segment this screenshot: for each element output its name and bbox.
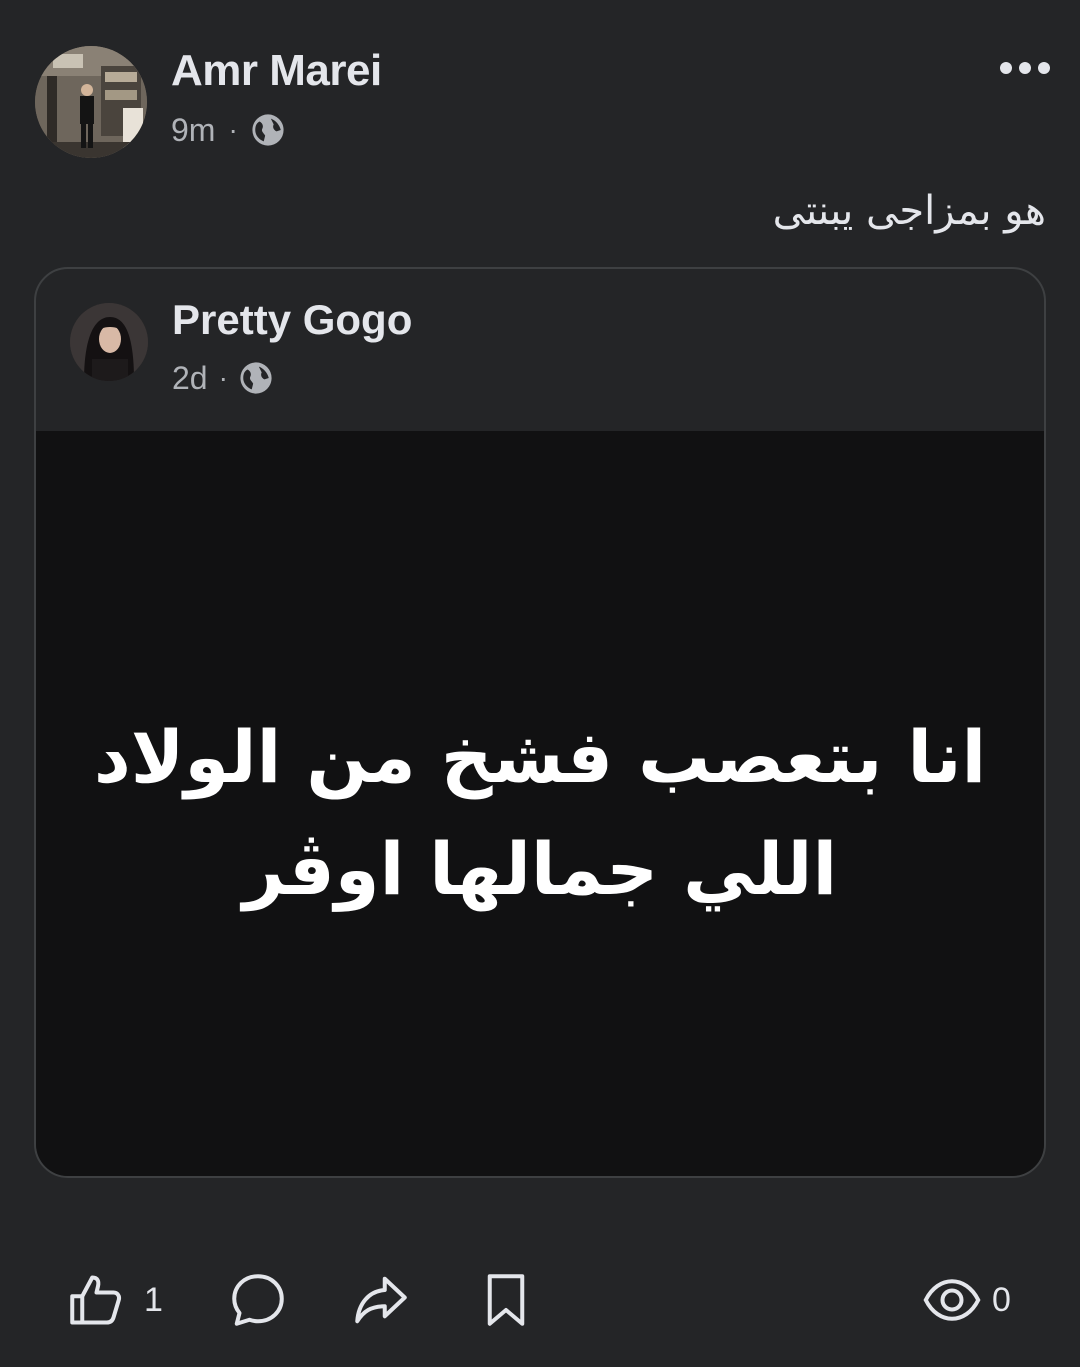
author-avatar[interactable] — [35, 46, 147, 158]
image-text-line: اللي جمالها اوڤر — [242, 827, 838, 911]
shared-post-image[interactable]: انا بتعصب فشخ من الولاد اللي جمالها اوڤر — [36, 431, 1044, 1176]
meta-separator: · — [218, 362, 228, 393]
more-options-button[interactable] — [990, 50, 1060, 86]
eye-icon — [923, 1279, 981, 1321]
globe-icon — [240, 362, 272, 394]
shared-author-name[interactable]: Pretty Gogo — [172, 296, 412, 344]
comment-button[interactable] — [228, 1260, 288, 1340]
share-button[interactable] — [351, 1260, 411, 1340]
globe-icon — [252, 114, 284, 146]
shared-avatar-photo — [70, 303, 148, 381]
action-bar: 1 0 — [0, 1260, 1080, 1340]
author-name[interactable]: Amr Marei — [171, 46, 382, 96]
like-count: 1 — [144, 1280, 163, 1319]
image-text-line: انا بتعصب فشخ من الولاد — [93, 715, 987, 799]
post-caption: هو بمزاجى يبنتى — [772, 188, 1046, 234]
author-avatar-photo — [35, 46, 147, 158]
post: Amr Marei 9m · هو بمزاجى يبنتى Pretty Go… — [0, 0, 1080, 1367]
more-horizontal-icon — [1000, 62, 1012, 74]
share-icon — [355, 1276, 407, 1324]
thumbs-up-icon — [70, 1275, 122, 1325]
shared-post-card[interactable]: Pretty Gogo 2d · انا بتعصب فشخ من الولاد… — [34, 267, 1046, 1178]
bookmark-icon — [487, 1274, 525, 1326]
shared-post-meta: 2d · — [172, 358, 273, 398]
shared-author-avatar[interactable] — [70, 303, 148, 381]
shared-post-time[interactable]: 2d — [172, 360, 208, 397]
save-button[interactable] — [476, 1260, 536, 1340]
like-button[interactable]: 1 — [66, 1260, 163, 1340]
post-time[interactable]: 9m — [171, 112, 215, 149]
image-text: انا بتعصب فشخ من الولاد اللي جمالها اوڤر — [76, 701, 1004, 925]
meta-separator: · — [228, 114, 238, 145]
views-indicator: 0 — [922, 1260, 1011, 1340]
comment-icon — [232, 1274, 284, 1326]
view-count: 0 — [992, 1280, 1011, 1319]
post-meta: 9m · — [171, 110, 285, 150]
